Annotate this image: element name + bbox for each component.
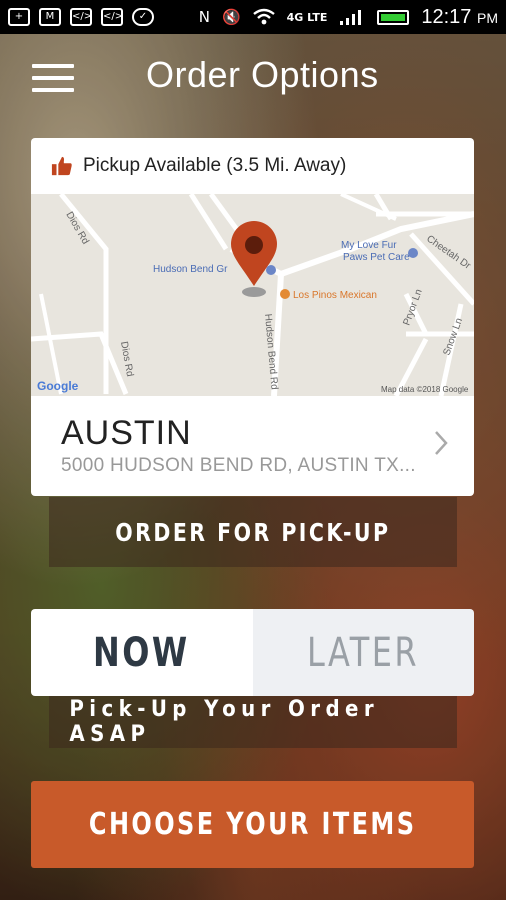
plus-icon: +	[8, 8, 30, 26]
signal-icon	[340, 10, 362, 25]
choose-items-button[interactable]: CHOOSE YOUR ITEMS	[31, 781, 474, 868]
store-address: 5000 HUDSON BEND RD, AUSTIN TX...	[61, 455, 416, 476]
mute-icon: 🔇	[221, 8, 241, 26]
wifi-icon	[252, 8, 275, 25]
code-icon: </>	[101, 8, 123, 26]
code-icon: </>	[70, 8, 92, 26]
chevron-right-icon	[435, 431, 448, 455]
hamburger-icon[interactable]	[32, 64, 74, 96]
map-label-pet-care: My Love Fur	[341, 240, 397, 251]
order-for-pickup-button[interactable]: ORDER FOR PICK-UP	[49, 497, 457, 567]
store-map[interactable]: Dios Rd Dios Rd Hudson Bend Gr My Love F…	[31, 194, 474, 396]
pickup-availability: Pickup Available (3.5 Mi. Away)	[31, 138, 474, 194]
map-label-hudson-bend-grill: Hudson Bend Gr	[153, 264, 228, 275]
asap-caption: Pick-Up Your Order ASAP	[49, 696, 457, 748]
battery-icon	[377, 9, 410, 25]
later-tab[interactable]: LATER	[252, 609, 474, 696]
map-label-pet-care: Paws Pet Care	[343, 252, 410, 263]
network-label: 4G LTE	[286, 10, 328, 24]
store-city: AUSTIN	[61, 414, 192, 452]
now-tab[interactable]: NOW	[31, 609, 253, 696]
clock: 12:17 PM	[421, 5, 498, 28]
gmail-icon: M	[39, 8, 61, 26]
timing-toggle: NOW LATER	[31, 609, 474, 696]
thumbs-up-icon	[51, 156, 72, 176]
status-bar: + M </> </> ✓ N 🔇 4G LTE 12:17 PM	[0, 0, 506, 34]
location-card: Pickup Available (3.5 Mi. Away) Dios Rd …	[31, 138, 474, 496]
map-label-los-pinos: Los Pinos Mexican	[293, 290, 377, 301]
nfc-icon: N	[198, 8, 210, 26]
page-title: Order Options	[146, 54, 379, 95]
map-attribution: Map data ©2018 Google	[381, 385, 469, 394]
chat-icon: ✓	[132, 8, 154, 26]
google-logo: Google	[37, 379, 79, 393]
store-address-row[interactable]: AUSTIN 5000 HUDSON BEND RD, AUSTIN TX...	[31, 396, 474, 496]
app-header: Order Options	[0, 34, 506, 120]
pickup-label: Pickup Available (3.5 Mi. Away)	[83, 155, 347, 176]
